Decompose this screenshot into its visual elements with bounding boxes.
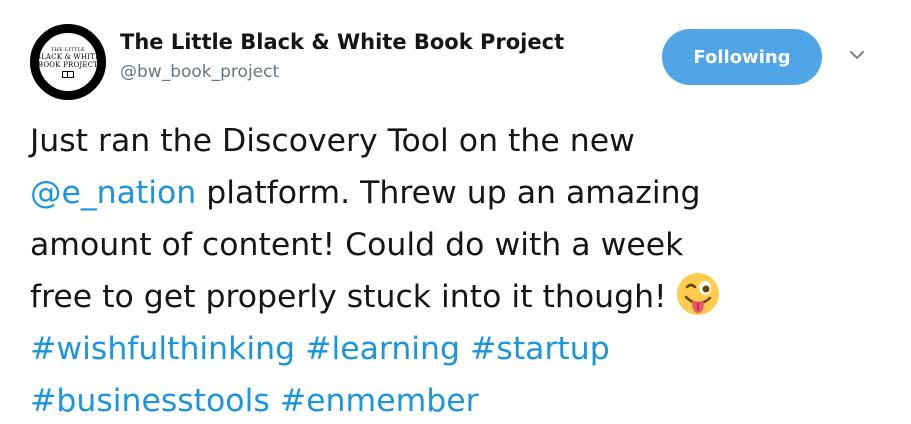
hashtag-link[interactable]: #startup — [470, 331, 610, 367]
avatar-logo-line2: BLACK & WHITE — [35, 52, 101, 61]
tweet-card: THE LITTLE BLACK & WHITE BOOK PROJECT Th… — [0, 0, 911, 424]
user-handle[interactable]: @bw_book_project — [120, 60, 564, 84]
tweet-line: @e_nation platform. Threw up an amazing — [30, 167, 890, 219]
book-icon — [62, 70, 74, 78]
tweet-text-segment: platform. Threw up an amazing — [196, 175, 701, 211]
author-block: The Little Black & White Book Project @b… — [120, 28, 564, 84]
hashtag-link[interactable]: #enmember — [280, 383, 479, 419]
tweet-line: Just ran the Discovery Tool on the new — [30, 115, 890, 167]
winking-face-with-tongue-icon — [675, 271, 721, 317]
hashtag-link[interactable]: #businesstools — [30, 383, 270, 419]
tweet-line: #businesstools #enmember — [30, 375, 890, 424]
hashtag-link[interactable]: #wishfulthinking — [30, 331, 295, 367]
chevron-down-icon[interactable] — [846, 44, 868, 66]
avatar[interactable]: THE LITTLE BLACK & WHITE BOOK PROJECT — [30, 24, 106, 100]
tweet-text-segment: amount of content! Could do with a week — [30, 227, 684, 263]
display-name[interactable]: The Little Black & White Book Project — [120, 28, 564, 56]
avatar-logo-line3: BOOK PROJECT — [37, 60, 99, 69]
hashtag-link[interactable]: #learning — [305, 331, 460, 367]
tweet-line: free to get properly stuck into it thoug… — [30, 271, 890, 323]
tweet-text-segment: Just ran the Discovery Tool on the new — [30, 123, 635, 159]
tweet-text: Just ran the Discovery Tool on the new @… — [30, 115, 890, 424]
tweet-text-segment: free to get properly stuck into it thoug… — [30, 279, 667, 315]
tweet-line: amount of content! Could do with a week — [30, 219, 890, 271]
mention-link[interactable]: @e_nation — [30, 175, 196, 211]
tweet-line: #wishfulthinking #learning #startup — [30, 323, 890, 375]
following-button[interactable]: Following — [662, 29, 822, 85]
